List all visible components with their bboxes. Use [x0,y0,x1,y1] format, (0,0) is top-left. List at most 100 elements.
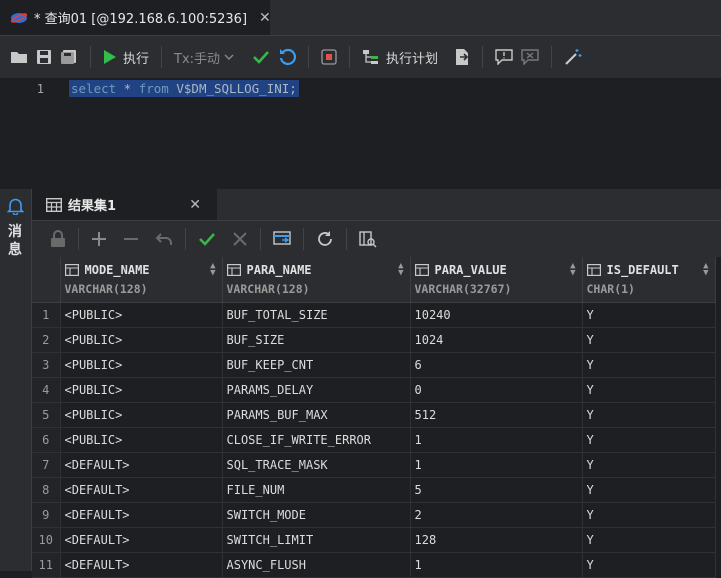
sort-icon[interactable]: ▲ ▼ [210,262,215,278]
table-cell[interactable]: Y [582,502,716,528]
close-result-tab-icon[interactable]: ✕ [189,197,201,213]
table-cell[interactable]: SQL_TRACE_MASK [222,452,411,478]
sql-statement[interactable]: select * from V$DM_SQLLOG_INI; [69,80,299,97]
transaction-mode-dropdown[interactable]: Tx:手动 [174,43,234,71]
stop-button[interactable] [321,43,337,71]
explain-plan-button[interactable]: 执行计划 [362,43,438,71]
table-cell[interactable]: 0 [410,377,583,403]
row-number: 9 [32,502,61,528]
query-tab[interactable]: * 查询01 [@192.168.6.100:5236] ✕ [0,0,271,35]
delete-row-button[interactable] [123,225,139,253]
export-button[interactable] [454,43,470,71]
table-cell[interactable]: Y [582,402,716,428]
table-cell[interactable]: 1024 [410,327,583,353]
table-cell[interactable]: CLOSE_IF_WRITE_ERROR [222,427,411,453]
table-cell[interactable]: Y [582,452,716,478]
table-cell[interactable]: PARAMS_BUF_MAX [222,402,411,428]
record-view-button[interactable] [359,225,377,253]
table-cell[interactable]: FILE_NUM [222,477,411,503]
sql-editor[interactable]: 1 select * from V$DM_SQLLOG_INI; [0,78,721,188]
table-cell[interactable]: <PUBLIC> [60,352,223,378]
result-set-tab[interactable]: 结果集1 ✕ [32,189,217,220]
column-header[interactable]: PARA_NAME ▲ ▼ VARCHAR(128) [222,257,411,303]
save-button[interactable] [36,43,52,71]
column-name: MODE_NAME [84,263,150,277]
table-row[interactable]: 8 <DEFAULT> FILE_NUM 5 Y [32,477,716,503]
messages-panel-label[interactable]: 消息 [8,223,24,259]
table-cell[interactable]: Y [582,477,716,503]
run-button[interactable]: 执行 [103,43,149,71]
close-tab-icon[interactable]: ✕ [259,10,271,26]
table-cell[interactable]: 5 [410,477,583,503]
table-cell[interactable]: 1 [410,452,583,478]
save-icon [37,50,51,64]
table-row[interactable]: 9 <DEFAULT> SWITCH_MODE 2 Y [32,502,716,528]
table-cell[interactable]: Y [582,427,716,453]
table-row[interactable]: 10 <DEFAULT> SWITCH_LIMIT 128 Y [32,527,716,553]
table-cell[interactable]: 1 [410,427,583,453]
row-number: 8 [32,477,61,503]
table-cell[interactable]: <PUBLIC> [60,402,223,428]
table-cell[interactable]: Y [582,327,716,353]
table-cell[interactable]: BUF_KEEP_CNT [222,352,411,378]
table-cell[interactable]: Y [582,302,716,328]
column-header[interactable]: PARA_VALUE ▲ ▼ VARCHAR(32767) [410,257,583,303]
sort-icon[interactable]: ▲ ▼ [570,262,575,278]
table-cell[interactable]: Y [582,352,716,378]
table-cell[interactable]: <DEFAULT> [60,477,223,503]
refresh-button[interactable] [316,225,334,253]
row-number: 2 [32,327,61,353]
table-cell[interactable]: BUF_TOTAL_SIZE [222,302,411,328]
undo-edit-button[interactable] [155,225,173,253]
bell-icon[interactable] [6,197,25,219]
sort-icon[interactable]: ▲ ▼ [398,262,403,278]
open-folder-button[interactable] [10,43,28,71]
commit-button[interactable] [252,43,270,71]
table-cell[interactable]: 128 [410,527,583,553]
table-cell[interactable]: <DEFAULT> [60,527,223,553]
sort-icon[interactable]: ▲ ▼ [703,262,708,278]
table-cell[interactable]: Y [582,527,716,553]
save-all-button[interactable] [60,43,78,71]
table-cell[interactable]: <PUBLIC> [60,377,223,403]
table-cell[interactable]: <DEFAULT> [60,452,223,478]
table-cell[interactable]: <DEFAULT> [60,502,223,528]
table-cell[interactable]: <PUBLIC> [60,427,223,453]
table-row[interactable]: 3 <PUBLIC> BUF_KEEP_CNT 6 Y [32,352,716,378]
table-cell[interactable]: 10240 [410,302,583,328]
export-result-button[interactable] [273,225,291,253]
cancel-changes-button[interactable] [232,225,248,253]
table-row[interactable]: 6 <PUBLIC> CLOSE_IF_WRITE_ERROR 1 Y [32,427,716,453]
table-cell[interactable]: 1 [410,552,583,578]
result-tab-title: 结果集1 [68,199,117,214]
comment-button[interactable] [495,43,513,71]
table-row[interactable]: 5 <PUBLIC> PARAMS_BUF_MAX 512 Y [32,402,716,428]
add-row-button[interactable] [91,225,107,253]
table-cell[interactable]: Y [582,552,716,578]
result-table: MODE_NAME ▲ ▼ VARCHAR(128) PARA_NAME ▲ ▼ VAR… [32,257,716,578]
table-cell[interactable]: 2 [410,502,583,528]
apply-changes-button[interactable] [198,225,216,253]
table-cell[interactable]: BUF_SIZE [222,327,411,353]
uncomment-button[interactable] [521,43,539,71]
column-header[interactable]: IS_DEFAULT ▲ ▼ CHAR(1) [582,257,716,303]
table-cell[interactable]: 512 [410,402,583,428]
table-cell[interactable]: <DEFAULT> [60,552,223,578]
table-cell[interactable]: <PUBLIC> [60,302,223,328]
lock-button[interactable] [50,225,66,253]
rollback-button[interactable] [278,43,296,71]
table-cell[interactable]: PARAMS_DELAY [222,377,411,403]
table-cell[interactable]: Y [582,377,716,403]
table-row[interactable]: 4 <PUBLIC> PARAMS_DELAY 0 Y [32,377,716,403]
table-row[interactable]: 11 <DEFAULT> ASYNC_FLUSH 1 Y [32,552,716,578]
table-row[interactable]: 2 <PUBLIC> BUF_SIZE 1024 Y [32,327,716,353]
table-cell[interactable]: 6 [410,352,583,378]
table-row[interactable]: 1 <PUBLIC> BUF_TOTAL_SIZE 10240 Y [32,302,716,328]
table-cell[interactable]: SWITCH_LIMIT [222,527,411,553]
table-cell[interactable]: ASYNC_FLUSH [222,552,411,578]
table-row[interactable]: 7 <DEFAULT> SQL_TRACE_MASK 1 Y [32,452,716,478]
table-cell[interactable]: <PUBLIC> [60,327,223,353]
format-sql-button[interactable] [564,43,582,71]
column-header[interactable]: MODE_NAME ▲ ▼ VARCHAR(128) [60,257,223,303]
table-cell[interactable]: SWITCH_MODE [222,502,411,528]
